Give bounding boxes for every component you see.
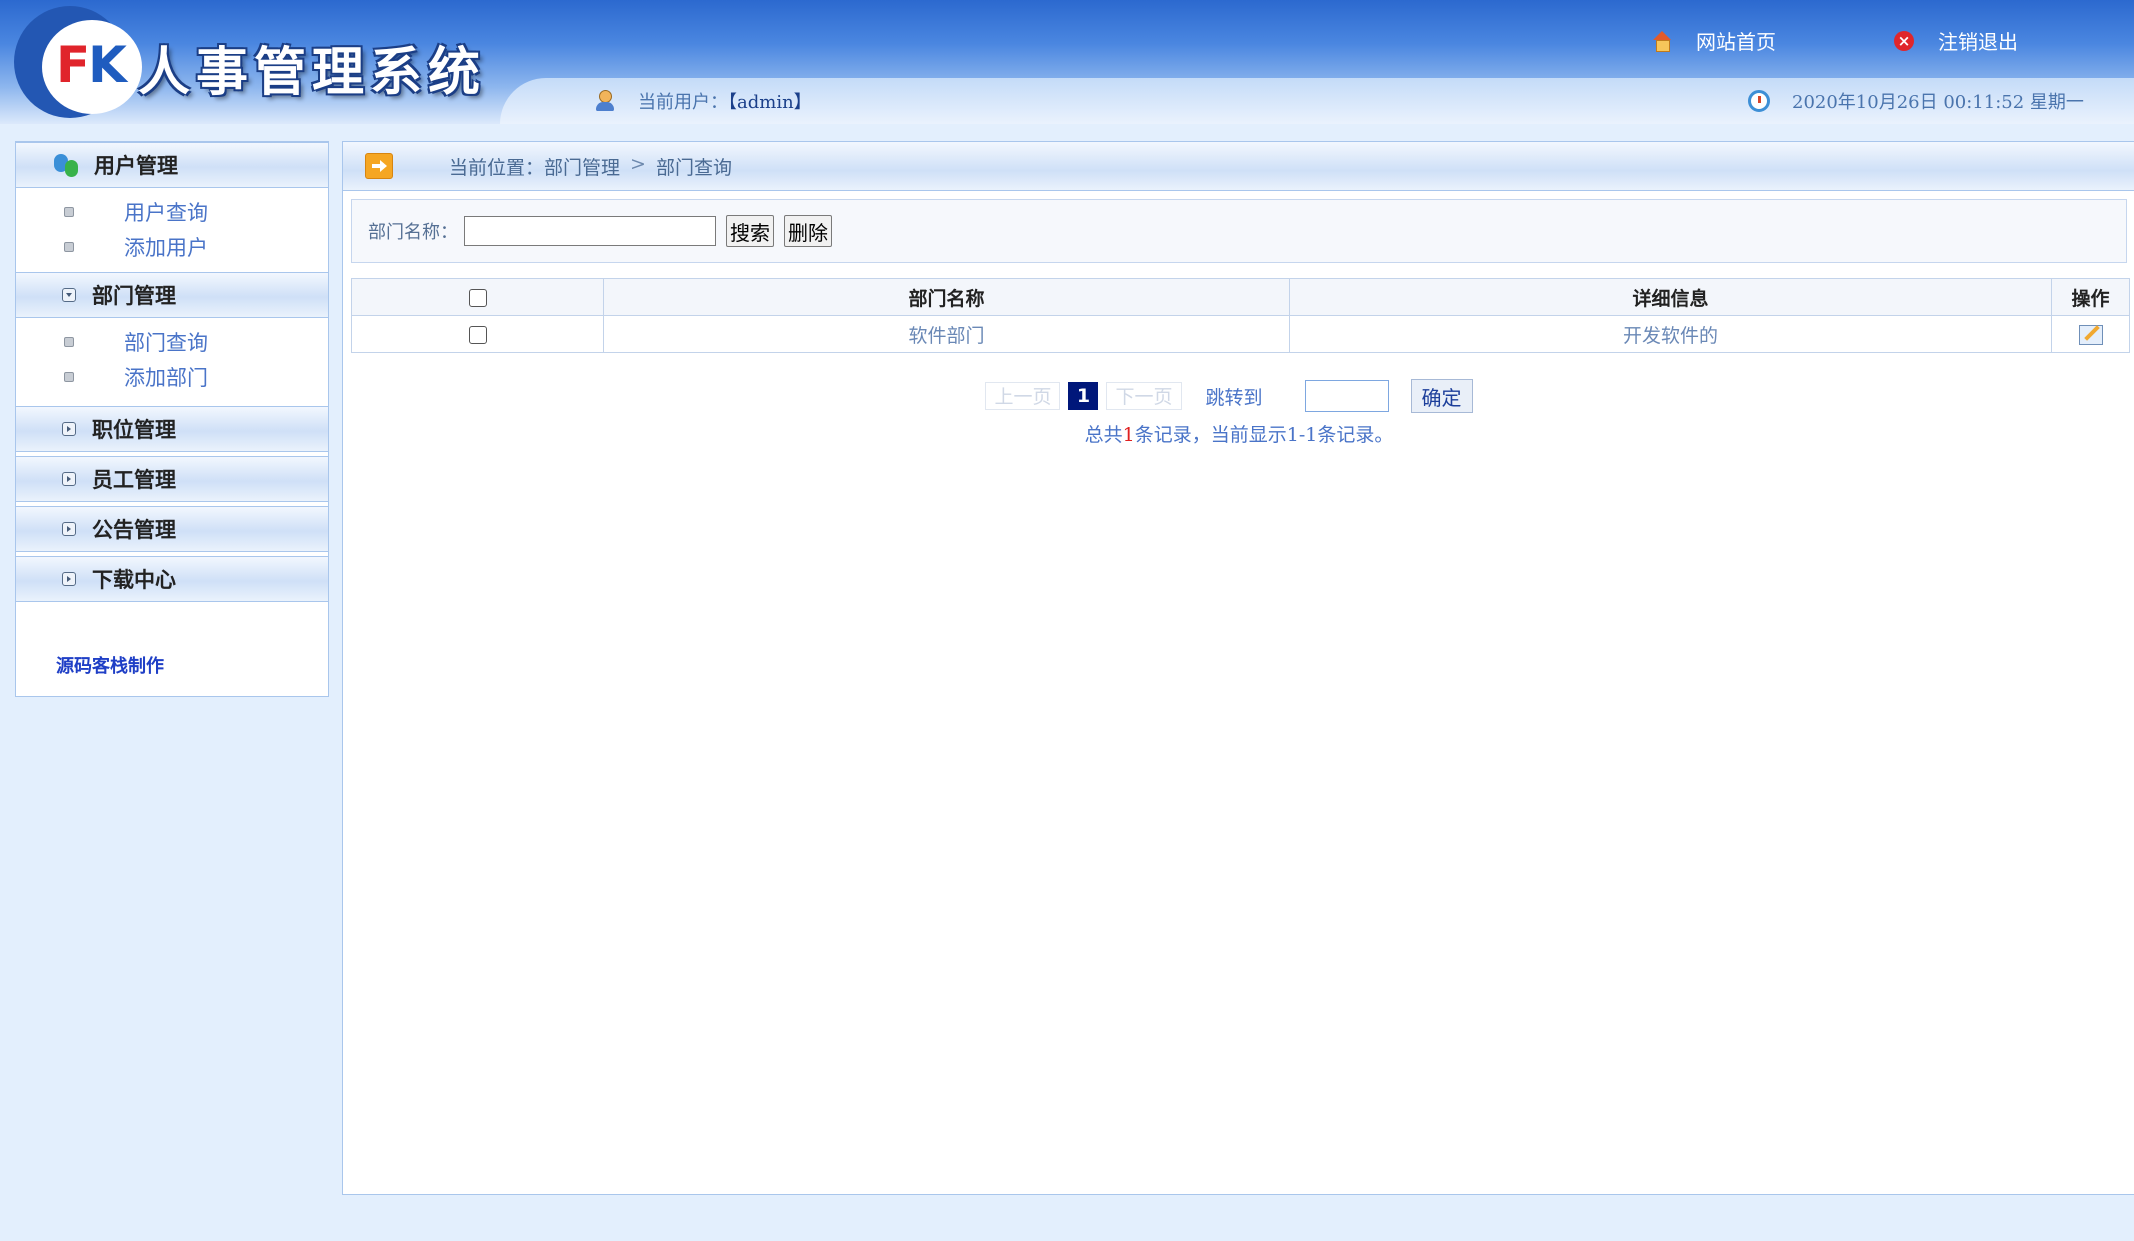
sidebar-item-add-dept[interactable]: 添加部门 [16,359,328,394]
breadcrumb-section: 部门管理 [544,156,621,179]
datetime-text: 2020年10月26日 00:11:52 星期一 [1792,92,2084,113]
bullet-icon [64,336,74,347]
summary-count: 1 [1122,424,1135,446]
sidebar-submenu-dept: 部门查询 添加部门 [16,318,328,402]
sidebar-group-notice[interactable]: 公告管理 [16,506,328,552]
sidebar-item-label: 添加用户 [124,235,208,260]
sidebar-group-download[interactable]: 下载中心 [16,556,328,602]
app-title: 人事管理系统 [138,42,487,103]
current-user-name: 【admin】 [728,92,812,113]
table-row: 软件部门 开发软件的 [351,315,2130,353]
main-panel: 当前位置：部门管理 > 部门查询 部门名称： 搜索 删除 部门名称 详细信息 操… [342,141,2134,1195]
select-all-cell [351,278,604,316]
pagination: 上一页 1 下一页 跳转到 确定 总共1条记录，当前显示1-1条记录。 [343,378,2134,447]
home-link[interactable]: 网站首页 [1652,26,1776,55]
users-icon [54,152,80,178]
row-select-cell [351,315,604,353]
datetime: 2020年10月26日 00:11:52 星期一 [1748,88,2084,114]
breadcrumb-label: 当前位置： [449,156,545,179]
collapse-icon [62,288,76,302]
arrow-right-icon [365,153,393,179]
header: FK 人事管理系统 网站首页 × 注销退出 当前用户：【admin】 2020年… [0,0,2134,124]
logo: FK [56,36,127,94]
home-link-label: 网站首页 [1696,30,1776,54]
column-header-detail: 详细信息 [1289,278,2052,316]
logout-link-label: 注销退出 [1938,30,2018,54]
next-page-button[interactable]: 下一页 [1106,382,1182,410]
bullet-icon [64,241,74,252]
sidebar-group-position[interactable]: 职位管理 [16,406,328,452]
edit-icon[interactable] [2078,325,2103,345]
sidebar-group-label: 用户管理 [94,153,178,178]
sidebar-item-label: 用户查询 [124,200,208,225]
breadcrumb: 当前位置：部门管理 > 部门查询 [343,142,2134,191]
breadcrumb-page: 部门查询 [655,156,732,179]
prev-page-button[interactable]: 上一页 [985,382,1061,410]
dept-detail-cell: 开发软件的 [1289,315,2052,353]
home-icon [1652,30,1672,52]
summary-suffix: 条记录，当前显示1-1条记录。 [1134,424,1394,446]
sidebar-group-employee[interactable]: 员工管理 [16,456,328,502]
current-page[interactable]: 1 [1068,382,1099,410]
confirm-button[interactable]: 确定 [1410,379,1473,413]
sidebar-submenu-user: 用户查询 添加用户 [16,188,328,272]
dept-name-label: 部门名称： [368,222,458,243]
logo-letter-k: K [88,36,127,94]
logout-link[interactable]: × 注销退出 [1894,26,2018,55]
logo-letter-f: F [56,36,90,94]
dept-name-cell: 软件部门 [603,315,1290,353]
sidebar-item-add-user[interactable]: 添加用户 [16,229,328,264]
table-header-row: 部门名称 详细信息 操作 [351,278,2130,316]
jump-page-input[interactable] [1304,380,1389,412]
credit-link[interactable]: 源码客栈制作 [56,652,164,678]
row-checkbox[interactable] [468,326,487,344]
current-user-label: 当前用户： [638,92,728,113]
select-all-checkbox[interactable] [468,289,487,307]
record-summary: 总共1条记录，当前显示1-1条记录。 [343,420,2134,447]
clock-icon [1748,90,1770,112]
expand-icon [62,422,76,436]
sidebar-group-label: 部门管理 [92,283,176,308]
dept-name-input[interactable] [464,216,716,246]
sidebar-group-dept[interactable]: 部门管理 [16,272,328,318]
expand-icon [62,572,76,586]
bullet-icon [64,371,74,382]
expand-icon [62,522,76,536]
delete-button[interactable]: 删除 [784,215,832,247]
user-icon [594,90,616,112]
dept-table: 部门名称 详细信息 操作 软件部门 开发软件的 [351,278,2130,353]
bullet-icon [64,206,74,217]
column-header-action: 操作 [2051,278,2130,316]
sidebar-group-label: 员工管理 [92,467,176,492]
sidebar-group-label: 职位管理 [92,417,176,442]
sidebar-group-label: 公告管理 [92,517,176,542]
sidebar: 用户管理 用户查询 添加用户 部门管理 部门查询 添加部门 职位管理 员工管理 [15,141,329,697]
sidebar-group-user[interactable]: 用户管理 [16,142,328,188]
column-header-name: 部门名称 [603,278,1290,316]
current-user: 当前用户：【admin】 [594,88,812,114]
summary-prefix: 总共 [1084,424,1123,446]
sidebar-item-user-query[interactable]: 用户查询 [16,194,328,229]
action-cell [2051,315,2130,353]
sidebar-group-label: 下载中心 [92,567,176,592]
sidebar-item-label: 添加部门 [124,365,208,390]
search-bar: 部门名称： 搜索 删除 [351,199,2127,263]
search-button[interactable]: 搜索 [726,215,774,247]
expand-icon [62,472,76,486]
breadcrumb-separator: > [630,152,646,175]
jump-label: 跳转到 [1205,386,1263,409]
close-icon: × [1894,30,1914,51]
sidebar-item-dept-query[interactable]: 部门查询 [16,324,328,359]
sidebar-item-label: 部门查询 [124,330,208,355]
